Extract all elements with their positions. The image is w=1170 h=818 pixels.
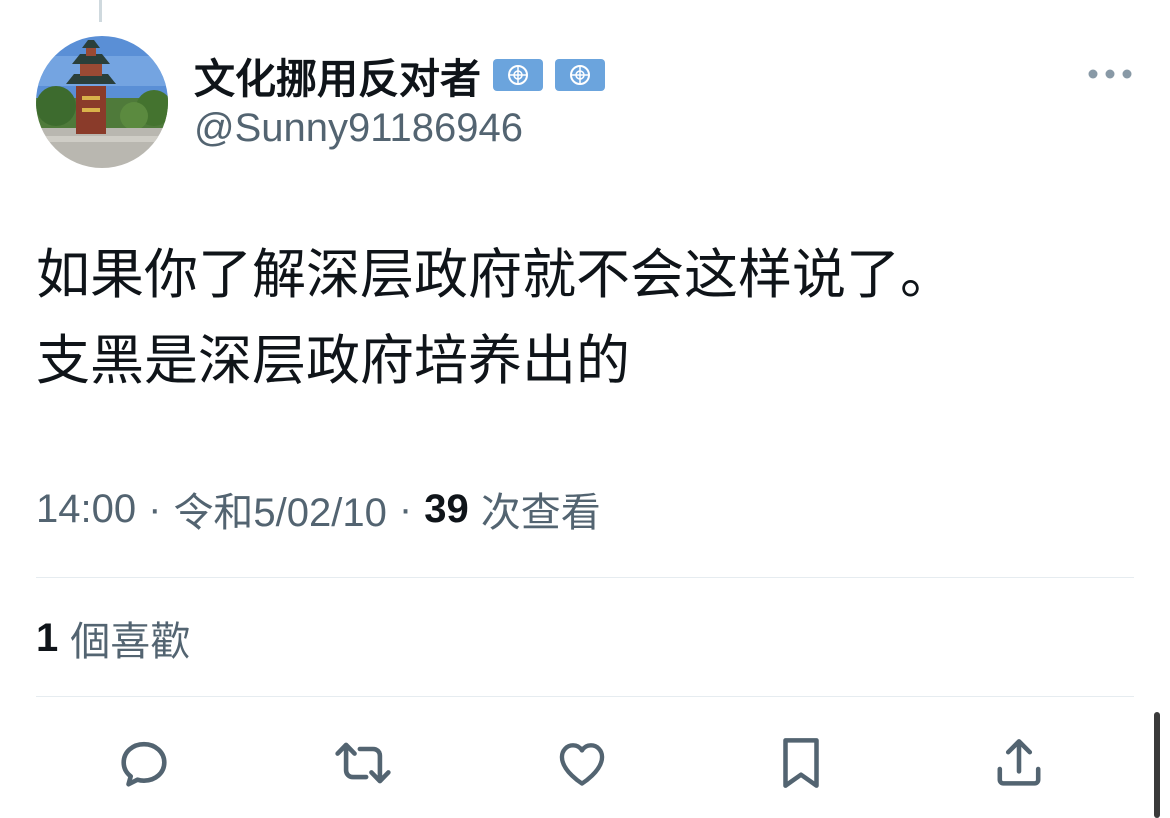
views-label: 次查看 (480, 491, 601, 535)
meta-separator: · (148, 486, 162, 531)
likes-summary[interactable]: 1 個喜歡 (36, 610, 190, 666)
tweet-text: 如果你了解深层政府就不会这样说了。 支黑是深层政府培养出的 (36, 232, 1136, 404)
thread-connector-line (99, 0, 102, 22)
meta-separator: · (398, 486, 413, 531)
tweet-text-line: 如果你了解深层政府就不会这样说了。 (36, 245, 954, 305)
display-name[interactable]: 文化挪用反对者 (194, 45, 481, 105)
tweet-meta: 14:00 · 令和5/02/10 · 39 次查看 (36, 478, 601, 540)
views-count: 39 (424, 486, 469, 531)
like-button[interactable] (549, 730, 615, 796)
divider (36, 696, 1134, 697)
reply-button[interactable] (111, 730, 177, 796)
tweet-time[interactable]: 14:00 (36, 487, 136, 532)
action-bar (0, 730, 1170, 796)
likes-label: 個喜歡 (70, 620, 191, 664)
more-dots-icon (1088, 69, 1132, 79)
retweet-icon (335, 742, 391, 784)
tweet-text-line: 支黑是深层政府培养出的 (36, 331, 630, 391)
bookmark-button[interactable] (768, 730, 834, 796)
reply-icon (121, 741, 167, 787)
more-options-button[interactable] (1080, 60, 1140, 88)
scrollbar[interactable] (1154, 712, 1160, 818)
share-icon (997, 739, 1041, 786)
likes-count: 1 (36, 615, 59, 660)
retweet-button[interactable] (330, 730, 396, 796)
author-name-row[interactable]: 文化挪用反对者 (194, 46, 605, 104)
avatar-image (36, 36, 168, 168)
like-icon (559, 743, 605, 786)
share-button[interactable] (986, 730, 1052, 796)
tweet-date[interactable]: 令和5/02/10 (173, 480, 386, 538)
user-handle[interactable]: @Sunny91186946 (194, 106, 523, 151)
un-flag-icon (493, 59, 543, 91)
divider (36, 577, 1134, 578)
avatar[interactable] (36, 36, 168, 168)
un-flag-icon (555, 59, 605, 91)
bookmark-icon (783, 738, 819, 788)
